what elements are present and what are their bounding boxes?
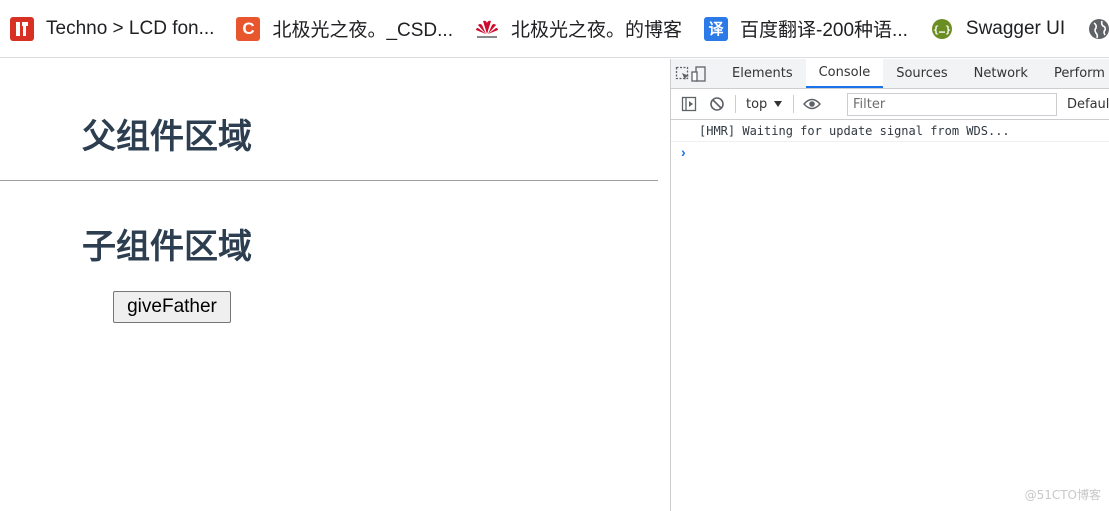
bookmark-label: Techno > LCD fon...	[46, 17, 215, 39]
prompt-chevron-icon: ›	[681, 144, 686, 160]
chevron-down-icon	[774, 101, 783, 107]
toolbar-separator	[793, 95, 795, 113]
bookmark-label: 北极光之夜。_CSD...	[272, 20, 453, 41]
bookmark-swagger[interactable]: {…} Swagger UI	[930, 9, 1087, 49]
bookmark-label: Swagger UI	[965, 17, 1066, 39]
devtools-panel: Elements Console Sources Network Perform…	[670, 59, 1109, 511]
toolbar-separator	[735, 95, 736, 113]
bookmark-baidu-translate[interactable]: 译 百度翻译-200种语...	[704, 9, 930, 49]
bookmark-blog[interactable]: 北极光之夜。的博客	[475, 9, 704, 49]
font-site-icon	[10, 16, 34, 41]
tab-console[interactable]: Console	[805, 59, 884, 88]
page-viewport: 父组件区域 子组件区域 giveFather	[0, 59, 670, 511]
device-toolbar-icon[interactable]	[691, 59, 707, 88]
bookmark-label: 百度翻译-200种语...	[740, 20, 908, 41]
bookmark-csdn[interactable]: C 北极光之夜。_CSD...	[236, 9, 475, 49]
bookmarks-bar: Techno > LCD fon... C 北极光之夜。_CSD... 北极光之…	[0, 0, 1109, 58]
parent-component-heading: 父组件区域	[82, 117, 252, 157]
console-message: [HMR] Waiting for update signal from WDS…	[671, 120, 1109, 142]
console-filter-input[interactable]	[847, 93, 1057, 116]
globe-icon	[1087, 17, 1109, 41]
watermark: @51CTO博客	[1024, 488, 1101, 502]
context-selector[interactable]: top	[740, 97, 789, 112]
tab-network[interactable]: Network	[961, 59, 1041, 88]
tab-sources[interactable]: Sources	[883, 59, 960, 88]
live-expression-eye-icon[interactable]	[798, 90, 826, 118]
console-prompt[interactable]: ›	[671, 142, 1109, 162]
devtools-tabbar: Elements Console Sources Network Perform	[671, 59, 1109, 89]
swagger-icon: {…}	[930, 17, 954, 41]
divider	[0, 180, 658, 181]
console-toolbar: top Default	[671, 89, 1109, 120]
bookmark-techno[interactable]: Techno > LCD fon...	[10, 9, 236, 49]
tab-elements[interactable]: Elements	[719, 59, 806, 88]
log-levels-dropdown[interactable]: Default	[1067, 97, 1109, 112]
inspect-element-icon[interactable]	[675, 59, 691, 88]
give-father-button[interactable]: giveFather	[113, 291, 231, 323]
baidu-translate-icon: 译	[704, 16, 729, 41]
bookmark-globe[interactable]	[1087, 9, 1109, 49]
clear-console-icon[interactable]	[703, 90, 731, 118]
csdn-icon: C	[236, 16, 261, 41]
huawei-icon	[475, 17, 499, 41]
context-label: top	[746, 96, 768, 112]
child-component-heading: 子组件区域	[82, 227, 252, 267]
bookmark-label: 北极光之夜。的博客	[511, 20, 683, 41]
tab-performance[interactable]: Perform	[1041, 59, 1109, 88]
svg-text:{…}: {…}	[933, 25, 951, 36]
show-sidebar-icon[interactable]	[675, 90, 703, 118]
